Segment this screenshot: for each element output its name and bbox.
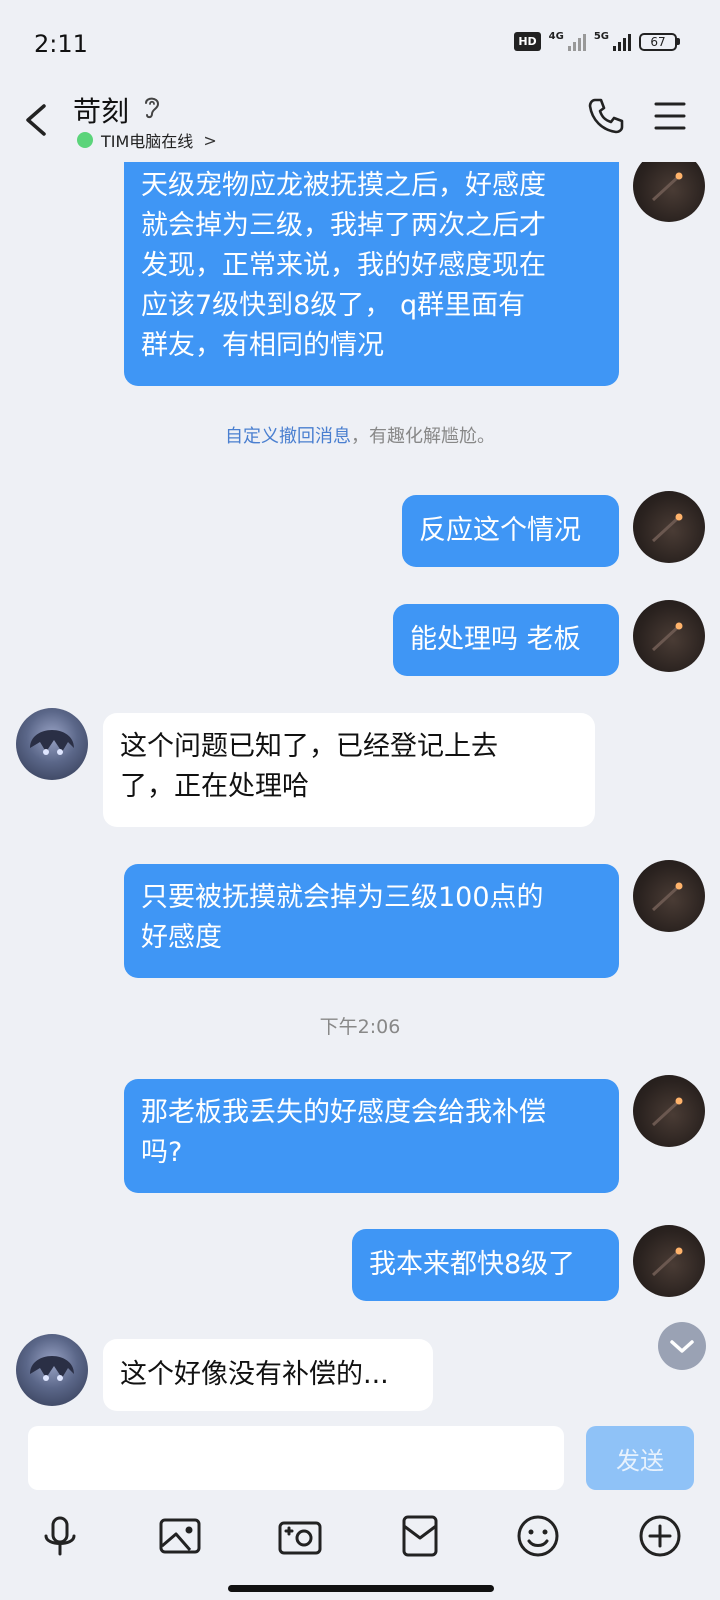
contact-avatar[interactable] (16, 708, 88, 780)
message-line: 了，正在处理哈 (120, 771, 309, 802)
message-bubble-outgoing[interactable]: 反应这个情况 (402, 495, 619, 567)
message-list[interactable]: 天级宠物应龙被抚摸之后，好感度 就会掉为三级，我掉了两次之后才 发现，正常来说，… (0, 162, 720, 1412)
message-bubble-incoming[interactable]: 这个好像没有补偿的... (103, 1339, 433, 1411)
message-bubble-outgoing[interactable]: 只要被抚摸就会掉为三级100点的 好感度 (124, 864, 619, 978)
message-line: 我本来都快8级了 (369, 1249, 576, 1280)
cigarette-glow-icon (651, 622, 683, 652)
status-time: 2:11 (34, 30, 88, 58)
phone-icon[interactable] (586, 96, 626, 136)
battery-level: 67 (639, 32, 677, 51)
message-line: 群友，有相同的情况 (141, 330, 384, 361)
message-line: 只要被抚摸就会掉为三级100点的 (141, 882, 544, 913)
self-avatar[interactable] (633, 1225, 705, 1297)
message-line: 天级宠物应龙被抚摸之后，好感度 (141, 170, 546, 201)
input-toolbar (0, 1512, 720, 1572)
battery-icon: 67 (639, 32, 680, 51)
image-icon[interactable] (156, 1512, 204, 1560)
back-arrow-icon[interactable] (18, 100, 58, 140)
message-line: 能处理吗 老板 (410, 624, 581, 655)
message-line: 好感度 (141, 922, 222, 953)
camera-icon[interactable] (276, 1512, 324, 1560)
cigarette-glow-icon (651, 513, 683, 543)
scroll-to-bottom-button[interactable] (658, 1322, 706, 1370)
custom-recall-link[interactable]: 自定义撤回消息 (225, 426, 351, 447)
message-input[interactable] (28, 1426, 564, 1490)
anime-character-icon (30, 1356, 74, 1381)
message-bubble-outgoing[interactable]: 那老板我丢失的好感度会给我补偿 吗? (124, 1079, 619, 1193)
online-status-text: TIM电脑在线 (101, 132, 194, 151)
red-packet-icon[interactable] (396, 1512, 444, 1560)
input-area: 发送 (0, 1412, 720, 1600)
message-line: 反应这个情况 (419, 515, 581, 546)
send-button[interactable]: 发送 (586, 1426, 694, 1490)
contact-name[interactable]: 苛刻 (73, 90, 129, 130)
microphone-icon[interactable] (36, 1512, 84, 1560)
online-status-row[interactable]: TIM电脑在线 > (77, 128, 217, 152)
contact-avatar[interactable] (16, 1334, 88, 1406)
signal-4g-icon (567, 33, 586, 51)
message-line: 这个好像没有补偿的... (120, 1359, 389, 1390)
message-line: 就会掉为三级，我掉了两次之后才 (141, 210, 546, 241)
menu-icon[interactable] (652, 98, 688, 134)
self-avatar[interactable] (633, 491, 705, 563)
message-line: 那老板我丢失的好感度会给我补偿 (141, 1097, 546, 1128)
message-line: 应该7级快到8级了， q群里面有 (141, 290, 526, 321)
message-bubble-outgoing[interactable]: 能处理吗 老板 (393, 604, 619, 676)
home-indicator[interactable] (228, 1585, 494, 1592)
self-avatar[interactable] (633, 162, 705, 222)
cigarette-glow-icon (651, 172, 683, 202)
chat-header: 苛刻 TIM电脑在线 > (0, 90, 720, 162)
emoji-icon[interactable] (514, 1512, 562, 1560)
cigarette-glow-icon (651, 1247, 683, 1277)
recall-notice-text: ，有趣化解尴尬。 (351, 426, 495, 447)
recall-notice: 自定义撤回消息，有趣化解尴尬。 (0, 422, 720, 448)
status-bar: 2:11 HD 4G 5G 67 (0, 0, 720, 90)
message-bubble-outgoing[interactable]: 我本来都快8级了 (352, 1229, 619, 1301)
chevron-down-icon (670, 1340, 694, 1353)
signal-5g-icon (613, 33, 631, 51)
chevron-right-icon: > (203, 130, 217, 150)
ear-icon[interactable] (142, 94, 162, 120)
cigarette-glow-icon (651, 1097, 683, 1127)
message-line: 发现，正常来说，我的好感度现在 (141, 250, 546, 281)
cigarette-glow-icon (651, 882, 683, 912)
message-timestamp: 下午2:06 (319, 1016, 401, 1038)
anime-character-icon (30, 730, 74, 755)
message-line: 这个问题已知了，已经登记上去 (120, 731, 498, 762)
message-bubble-outgoing[interactable]: 天级宠物应龙被抚摸之后，好感度 就会掉为三级，我掉了两次之后才 发现，正常来说，… (124, 162, 619, 386)
status-icons: HD 4G 5G 67 (514, 31, 680, 51)
hd-badge: HD (514, 32, 541, 51)
plus-icon[interactable] (636, 1512, 684, 1560)
network-label-5g: 5G (593, 31, 609, 42)
message-bubble-incoming[interactable]: 这个问题已知了，已经登记上去 了，正在处理哈 (103, 713, 595, 827)
network-label-4g: 4G (548, 31, 564, 42)
self-avatar[interactable] (633, 860, 705, 932)
self-avatar[interactable] (633, 600, 705, 672)
message-line: 吗? (141, 1137, 183, 1168)
self-avatar[interactable] (633, 1075, 705, 1147)
online-dot-icon (77, 132, 93, 148)
